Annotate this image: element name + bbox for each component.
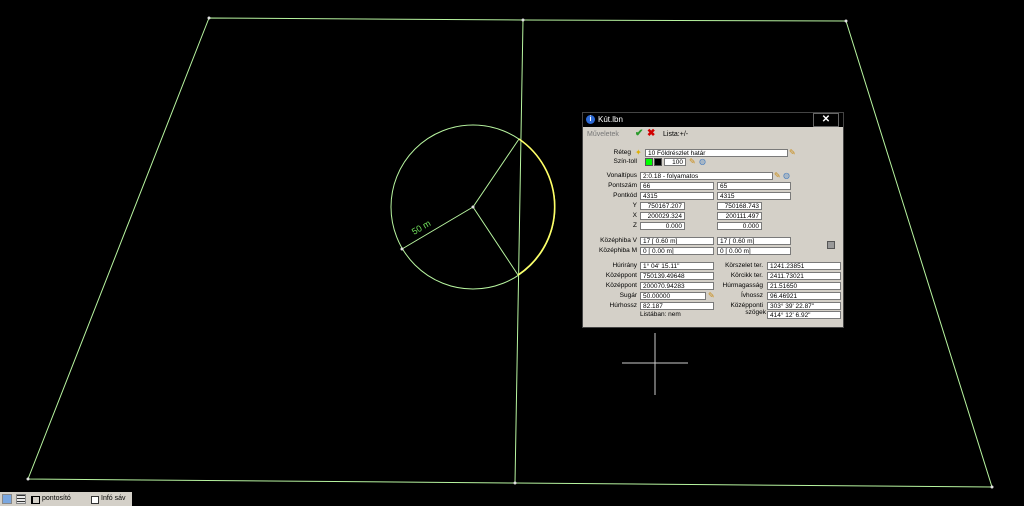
midm-field-1[interactable]: 0 [ 0.00 m] — [640, 247, 714, 255]
y-field-1[interactable]: 750167.207 — [640, 202, 685, 210]
x-label: X — [632, 212, 637, 219]
midm-field-2[interactable]: 0 [ 0.00 m] — [717, 247, 791, 255]
dialog-toolbar: Műveletek ✔ ✖ Lista:+/- — [585, 128, 841, 141]
pointnum-field-2[interactable]: 65 — [717, 182, 791, 190]
szog-field-1[interactable]: 303° 39' 22.87" — [767, 302, 841, 310]
monitor-icon[interactable] — [2, 494, 12, 504]
pen-width-field[interactable]: 100 — [664, 158, 686, 166]
midv-label: Középhiba V — [600, 237, 637, 244]
z-field-2[interactable]: 0.000 — [717, 222, 762, 230]
hurirany-label: Húrirány — [612, 262, 637, 269]
globe-icon[interactable]: ◍ — [783, 172, 790, 180]
korszelet-label: Körszelet ter. — [725, 262, 763, 269]
pontosito-toggle[interactable] — [31, 496, 40, 504]
korcikk-label: Körcikk ter. — [730, 272, 763, 279]
pointcode-field-2[interactable]: 4315 — [717, 192, 791, 200]
midv-field-1[interactable]: 17 [ 0.60 m] — [640, 237, 714, 245]
sugar-label: Sugár — [619, 292, 637, 299]
linetype-label: Vonaltípus — [606, 172, 637, 179]
pencil-icon[interactable]: ✎ — [708, 292, 715, 300]
szog-field-2[interactable]: 414° 12' 6.92" — [767, 311, 841, 319]
szogek-label: szögek — [745, 309, 766, 316]
hurmagassag-label: Húrmagasság — [722, 282, 763, 289]
y-field-2[interactable]: 750168.743 — [717, 202, 762, 210]
list-icon[interactable] — [16, 494, 26, 504]
color-swatch-green[interactable] — [645, 158, 653, 166]
kozeppont-label-1: Középpont — [605, 272, 637, 279]
radius-line-3 — [472, 138, 520, 208]
check-icon[interactable]: ✔ — [635, 128, 643, 139]
linetype-field[interactable]: 2:0.18 - folyamatos — [640, 172, 773, 180]
operations-menu[interactable]: Műveletek — [587, 131, 619, 138]
korszelet-field[interactable]: 1241.23851 — [767, 262, 841, 270]
close-button[interactable]: ✕ — [813, 113, 839, 127]
ivhossz-field[interactable]: 96.46921 — [767, 292, 841, 300]
listaban-text: Listában: nem — [640, 311, 681, 318]
print-icon[interactable] — [827, 241, 835, 249]
x-icon[interactable]: ✖ — [647, 128, 655, 139]
sugar-field[interactable]: 50.00000 — [640, 292, 706, 300]
z-field-1[interactable]: 0.000 — [640, 222, 685, 230]
pointnum-label: Pontszám — [608, 182, 637, 189]
pointcode-label: Pontkód — [613, 192, 637, 199]
pen-label: Szín-toll — [613, 158, 637, 165]
layer-field[interactable]: 10 Földrészlet határ — [645, 149, 788, 157]
pointnum-field-1[interactable]: 66 — [640, 182, 714, 190]
properties-dialog: i Kút.lbn ✕ Műveletek ✔ ✖ Lista:+/- Réte… — [582, 112, 844, 328]
infosav-checkbox[interactable] — [91, 496, 99, 504]
midm-label: Középhiba M — [599, 247, 637, 254]
z-label: Z — [633, 222, 637, 229]
hurhossz-field[interactable]: 82.187 — [640, 302, 714, 310]
hurmagassag-field[interactable]: 21.51650 — [767, 282, 841, 290]
korcikk-field[interactable]: 2411.73021 — [767, 272, 841, 280]
pointcode-field-1[interactable]: 4315 — [640, 192, 714, 200]
layer-label: Réteg — [613, 149, 631, 156]
crosshair-cursor — [622, 333, 688, 395]
kozeppont-y-field[interactable]: 750139.49648 — [640, 272, 714, 280]
dialog-titlebar[interactable]: i Kút.lbn ✕ — [583, 113, 843, 127]
pencil-icon[interactable]: ✎ — [689, 158, 696, 166]
midv-field-2[interactable]: 17 [ 0.60 m] — [717, 237, 791, 245]
kozeppont-label-2: Középpont — [605, 282, 637, 289]
vertex-markers — [26, 16, 994, 489]
color-swatch-black[interactable] — [654, 158, 662, 166]
kozeppont-x-field[interactable]: 200070.94283 — [640, 282, 714, 290]
arc-highlight — [517, 138, 556, 276]
drawing-canvas[interactable]: 50 m — [0, 0, 1024, 506]
x-field-2[interactable]: 200111.497 — [717, 212, 762, 220]
pencil-icon[interactable]: ✎ — [774, 172, 781, 180]
radius-label: 50 m — [410, 218, 432, 237]
hurhossz-label: Húrhossz — [609, 302, 637, 309]
hurirany-field[interactable]: 1° 04' 15.11" — [640, 262, 714, 270]
info-icon: i — [586, 115, 595, 124]
pontosito-label: pontosító — [42, 495, 71, 502]
dialog-title: Kút.lbn — [598, 115, 623, 124]
y-label: Y — [632, 202, 637, 209]
parcel-left — [27, 17, 524, 484]
infosav-label: Infó sáv — [101, 495, 126, 502]
parcel-lines — [27, 17, 993, 488]
status-bar: pontosító Infó sáv — [0, 492, 132, 506]
x-field-1[interactable]: 200029.324 — [640, 212, 685, 220]
pencil-icon[interactable]: ✎ — [789, 149, 796, 157]
lista-toggle[interactable]: Lista:+/- — [663, 131, 688, 138]
bulb-icon: ✦ — [635, 148, 642, 157]
radius-line-2 — [472, 206, 519, 276]
globe-icon[interactable]: ◍ — [699, 158, 706, 166]
ivhossz-label: Ívhossz — [740, 292, 763, 299]
